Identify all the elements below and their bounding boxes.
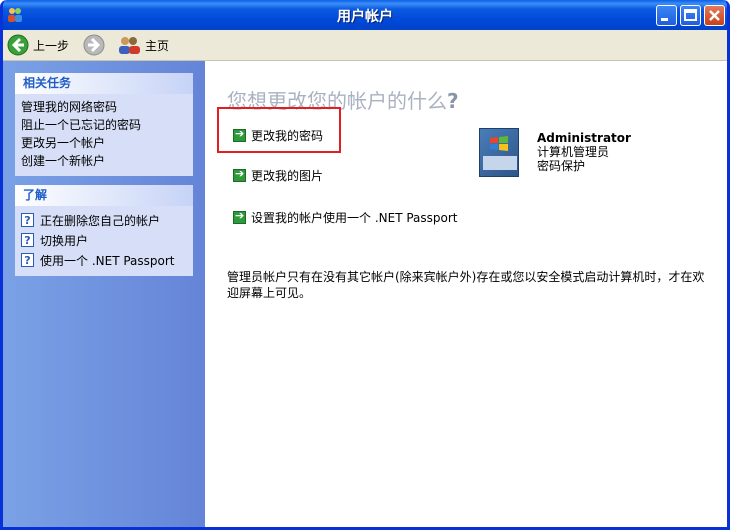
link-change-another-account[interactable]: 更改另一个帐户 — [21, 134, 187, 152]
task-sidebar: 相关任务 管理我的网络密码 阻止一个已忘记的密码 更改另一个帐户 创建一个新帐户… — [3, 61, 205, 527]
page-heading-question-mark: ? — [447, 89, 459, 113]
green-arrow-icon — [233, 167, 246, 182]
learn-item-switch-users[interactable]: ? 切换用户 — [21, 230, 187, 250]
task-change-picture[interactable]: 更改我的图片 — [233, 167, 323, 184]
link-prevent-forgotten-password[interactable]: 阻止一个已忘记的密码 — [21, 116, 187, 134]
learn-item-delete-account[interactable]: ? 正在删除您自己的帐户 — [21, 210, 187, 230]
maximize-icon — [684, 9, 697, 21]
learn-item-label: 正在删除您自己的帐户 — [40, 213, 161, 228]
help-icon: ? — [21, 233, 34, 247]
task-label: 更改我的密码 — [251, 129, 324, 143]
toolbar: 上一步 主页 — [3, 30, 727, 61]
title-bar[interactable]: 用户帐户 — [3, 0, 727, 30]
main-content: 您想更改您的帐户的什么? 更改我的密码 更改我的图片 设置我的帐户使用一个 .N… — [205, 61, 727, 527]
user-info: Administrator 计算机管理员 密码保护 — [537, 131, 631, 173]
learn-item-net-passport[interactable]: ? 使用一个 .NET Passport — [21, 250, 187, 270]
learn-title: 了解 — [15, 185, 193, 206]
related-tasks-title: 相关任务 — [15, 73, 193, 94]
task-setup-net-passport[interactable]: 设置我的帐户使用一个 .NET Passport — [233, 209, 458, 226]
link-manage-network-passwords[interactable]: 管理我的网络密码 — [21, 98, 187, 116]
help-icon: ? — [21, 213, 34, 227]
users-home-icon — [119, 37, 140, 54]
help-icon: ? — [21, 253, 34, 267]
task-change-password[interactable]: 更改我的密码 — [233, 127, 323, 144]
minimize-icon — [661, 18, 668, 21]
close-icon — [709, 10, 720, 21]
green-arrow-icon — [233, 127, 246, 142]
user-accounts-window: 用户帐户 上一步 主页 相关任务 管理我的网络密码 阻止一个已忘记的密码 更改另… — [0, 0, 730, 530]
related-tasks-panel: 相关任务 管理我的网络密码 阻止一个已忘记的密码 更改另一个帐户 创建一个新帐户 — [15, 73, 193, 176]
green-arrow-icon — [233, 209, 246, 224]
back-arrow-icon — [7, 34, 29, 56]
avatar-caption-box — [483, 156, 517, 170]
forward-button[interactable] — [83, 34, 105, 56]
forward-arrow-icon — [83, 34, 105, 56]
admin-visibility-note: 管理员帐户只有在没有其它帐户(除来宾帐户外)存在或您以安全模式启动计算机时，才在… — [227, 270, 705, 300]
user-password-status: 密码保护 — [537, 159, 586, 173]
window-title: 用户帐户 — [337, 9, 393, 25]
learn-item-label: 切换用户 — [40, 233, 89, 248]
maximize-button[interactable] — [680, 5, 701, 26]
windows-logo-icon — [490, 136, 508, 151]
home-button[interactable]: 主页 — [117, 34, 169, 56]
back-button[interactable]: 上一步 — [7, 34, 69, 56]
minimize-button[interactable] — [656, 5, 677, 26]
learn-panel: 了解 ? 正在删除您自己的帐户 ? 切换用户 ? 使用一个 .NET Passp… — [15, 185, 193, 276]
home-label: 主页 — [145, 38, 170, 53]
close-button[interactable] — [704, 5, 725, 26]
learn-item-label: 使用一个 .NET Passport — [40, 253, 175, 268]
back-label: 上一步 — [33, 38, 70, 53]
user-name: Administrator — [537, 131, 631, 145]
task-label: 设置我的帐户使用一个 .NET Passport — [251, 211, 458, 225]
user-role: 计算机管理员 — [537, 145, 610, 159]
user-avatar — [479, 128, 519, 177]
task-label: 更改我的图片 — [251, 169, 324, 183]
link-create-new-account[interactable]: 创建一个新帐户 — [21, 152, 187, 170]
